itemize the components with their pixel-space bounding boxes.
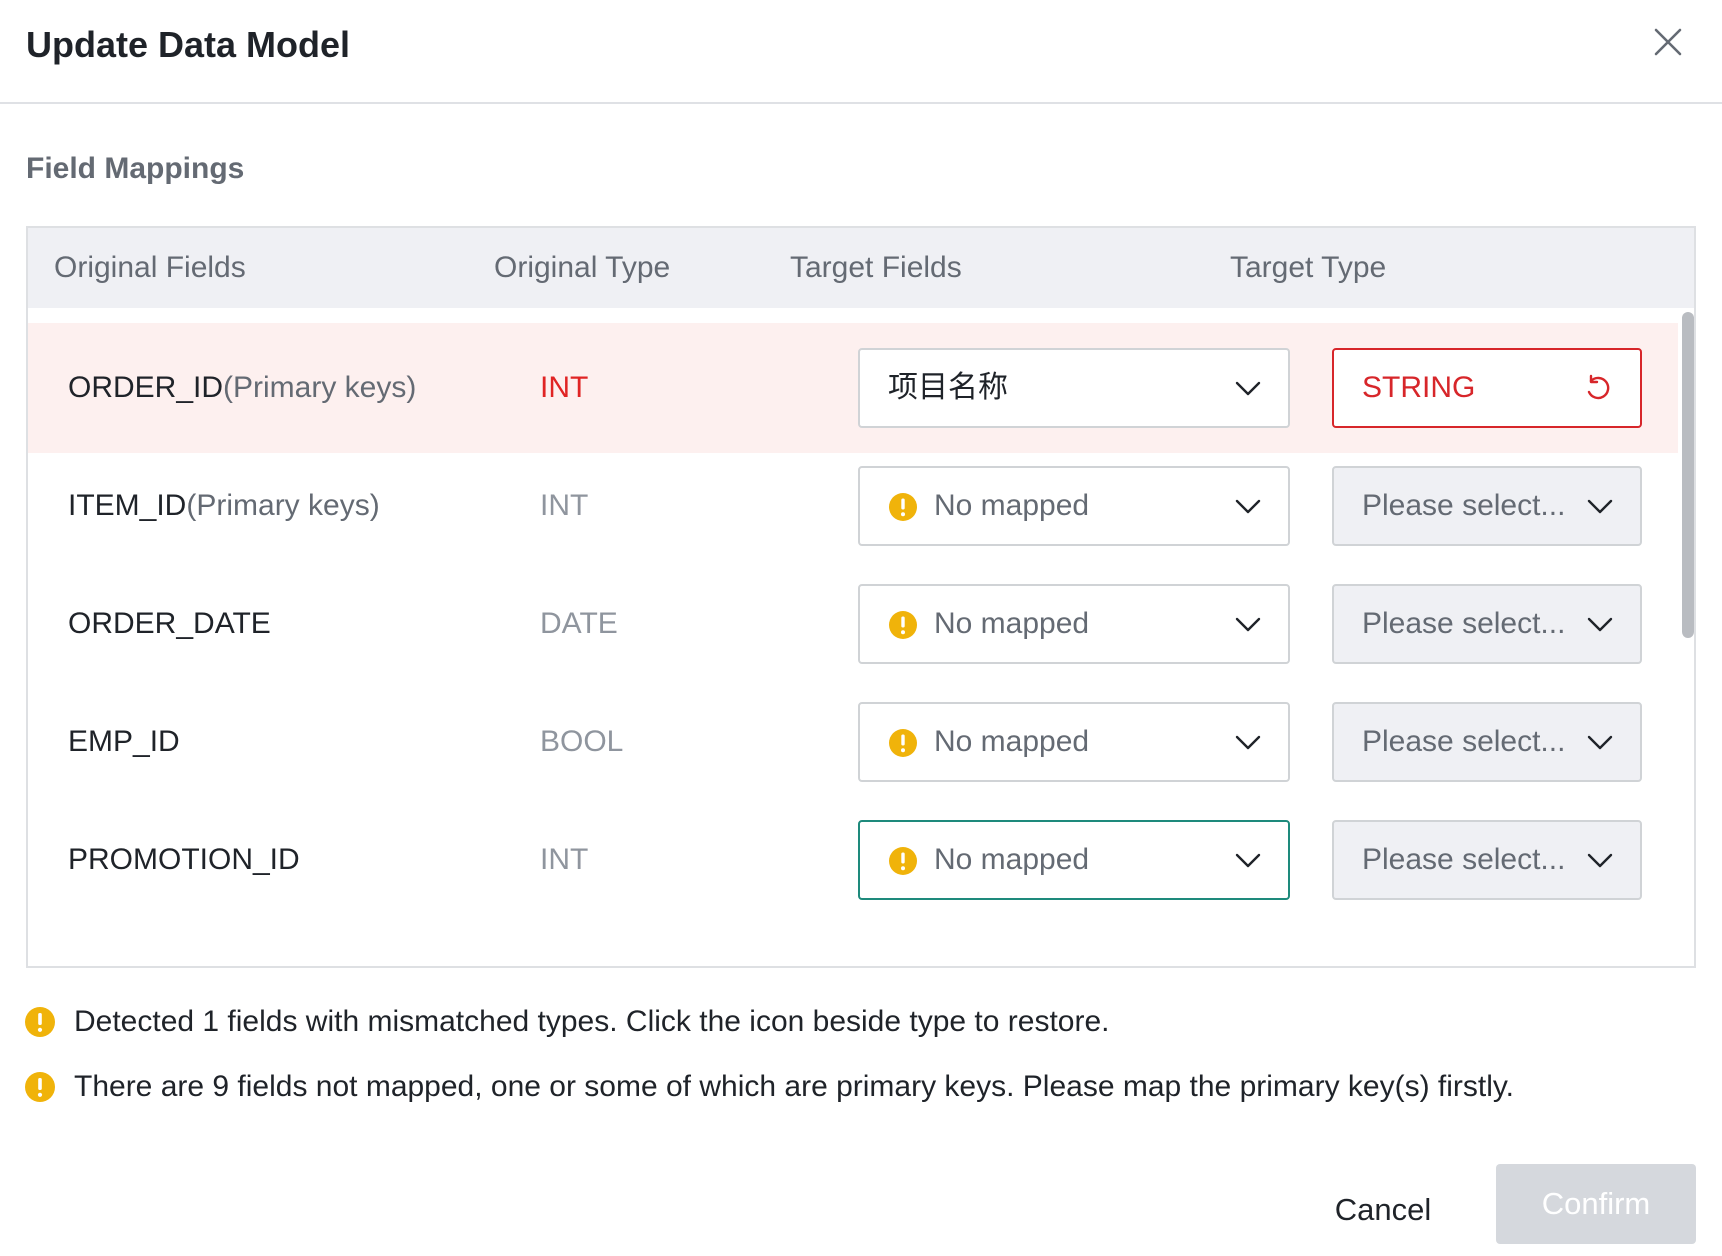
target-type-select[interactable]: Please select... (1332, 702, 1642, 782)
warning-icon (889, 611, 917, 639)
chevron-down-icon (1235, 499, 1261, 514)
target-type-value: Please select... (1362, 607, 1566, 640)
chevron-down-icon (1587, 617, 1613, 632)
chevron-down-icon (1235, 381, 1261, 396)
warning-icon (889, 847, 917, 875)
update-data-model-dialog: Update Data Model Field Mappings Origina… (0, 0, 1722, 1256)
table-row: ORDER_DATE DATE No mapped Please select.… (28, 559, 1678, 689)
dialog-header: Update Data Model (0, 0, 1722, 104)
original-field: ORDER_DATE (68, 559, 271, 689)
column-header-original-fields: Original Fields (54, 251, 246, 284)
close-icon[interactable] (1650, 24, 1686, 60)
column-header-target-type: Target Type (1230, 251, 1387, 284)
notice-text: Detected 1 fields with mismatched types.… (74, 1005, 1110, 1038)
original-type: INT (540, 371, 589, 404)
target-field-value: No mapped (934, 489, 1090, 522)
chevron-down-icon (1235, 617, 1261, 632)
field-name: ORDER_DATE (68, 607, 271, 640)
warning-icon (25, 1007, 55, 1037)
warning-icon (25, 1072, 55, 1102)
cancel-button[interactable]: Cancel (1322, 1178, 1444, 1242)
original-type: BOOL (540, 725, 624, 758)
target-field-value: No mapped (934, 725, 1090, 758)
chevron-down-icon (1587, 735, 1613, 750)
scrollbar-thumb[interactable] (1682, 312, 1694, 638)
notice-text: There are 9 fields not mapped, one or so… (74, 1070, 1515, 1103)
original-field: EMP_ID (68, 677, 180, 807)
confirm-button[interactable]: Confirm (1496, 1164, 1696, 1244)
field-name: PROMOTION_ID (68, 843, 300, 876)
chevron-down-icon (1587, 499, 1613, 514)
table-header: Original Fields Original Type Target Fie… (28, 228, 1694, 308)
primary-key-label: (Primary keys) (223, 371, 417, 404)
field-name: ITEM_ID (68, 489, 187, 522)
target-field-value: 项目名称 (888, 371, 1008, 404)
mismatch-notice: Detected 1 fields with mismatched types.… (24, 1000, 1109, 1044)
chevron-down-icon (1235, 853, 1261, 868)
target-field-value: No mapped (934, 607, 1090, 640)
table-row: ITEM_ID(Primary keys) INT No mapped Plea… (28, 441, 1678, 571)
chevron-down-icon (1587, 853, 1613, 868)
field-name: EMP_ID (68, 725, 180, 758)
chevron-down-icon (1235, 735, 1261, 750)
target-field-select[interactable]: No mapped (858, 466, 1290, 546)
target-type-value: Please select... (1362, 489, 1566, 522)
original-type: INT (540, 843, 589, 876)
field-mappings-table: Original Fields Original Type Target Fie… (26, 226, 1696, 968)
unmapped-notice: There are 9 fields not mapped, one or so… (24, 1065, 1514, 1109)
column-header-target-fields: Target Fields (790, 251, 962, 284)
target-field-select[interactable]: No mapped (858, 584, 1290, 664)
column-header-original-type: Original Type (494, 251, 671, 284)
primary-key-label: (Primary keys) (186, 489, 380, 522)
target-type-value: Please select... (1362, 843, 1566, 876)
restore-icon[interactable] (1582, 372, 1614, 404)
original-field: ITEM_ID(Primary keys) (68, 441, 380, 571)
original-type: DATE (540, 607, 618, 640)
target-type-select[interactable]: Please select... (1332, 466, 1642, 546)
target-field-select[interactable]: 项目名称 (858, 348, 1290, 428)
table-row: ORDER_ID(Primary keys) INT 项目名称 STRING (28, 323, 1678, 453)
target-field-select[interactable]: No mapped (858, 702, 1290, 782)
section-title: Field Mappings (26, 152, 245, 185)
table-row: PROMOTION_ID INT No mapped Please select… (28, 795, 1678, 925)
original-type: INT (540, 489, 589, 522)
target-field-value: No mapped (934, 843, 1090, 876)
target-type-select[interactable]: STRING (1332, 348, 1642, 428)
warning-icon (889, 729, 917, 757)
table-row: EMP_ID BOOL No mapped Please select... (28, 677, 1678, 807)
warning-icon (889, 493, 917, 521)
target-field-select[interactable]: No mapped (858, 820, 1290, 900)
target-type-value: Please select... (1362, 725, 1566, 758)
dialog-title: Update Data Model (26, 24, 351, 65)
original-field: PROMOTION_ID (68, 795, 300, 925)
target-type-select[interactable]: Please select... (1332, 820, 1642, 900)
target-type-value: STRING (1362, 371, 1476, 404)
target-type-select[interactable]: Please select... (1332, 584, 1642, 664)
field-name: ORDER_ID (68, 371, 224, 404)
original-field: ORDER_ID(Primary keys) (68, 323, 416, 453)
